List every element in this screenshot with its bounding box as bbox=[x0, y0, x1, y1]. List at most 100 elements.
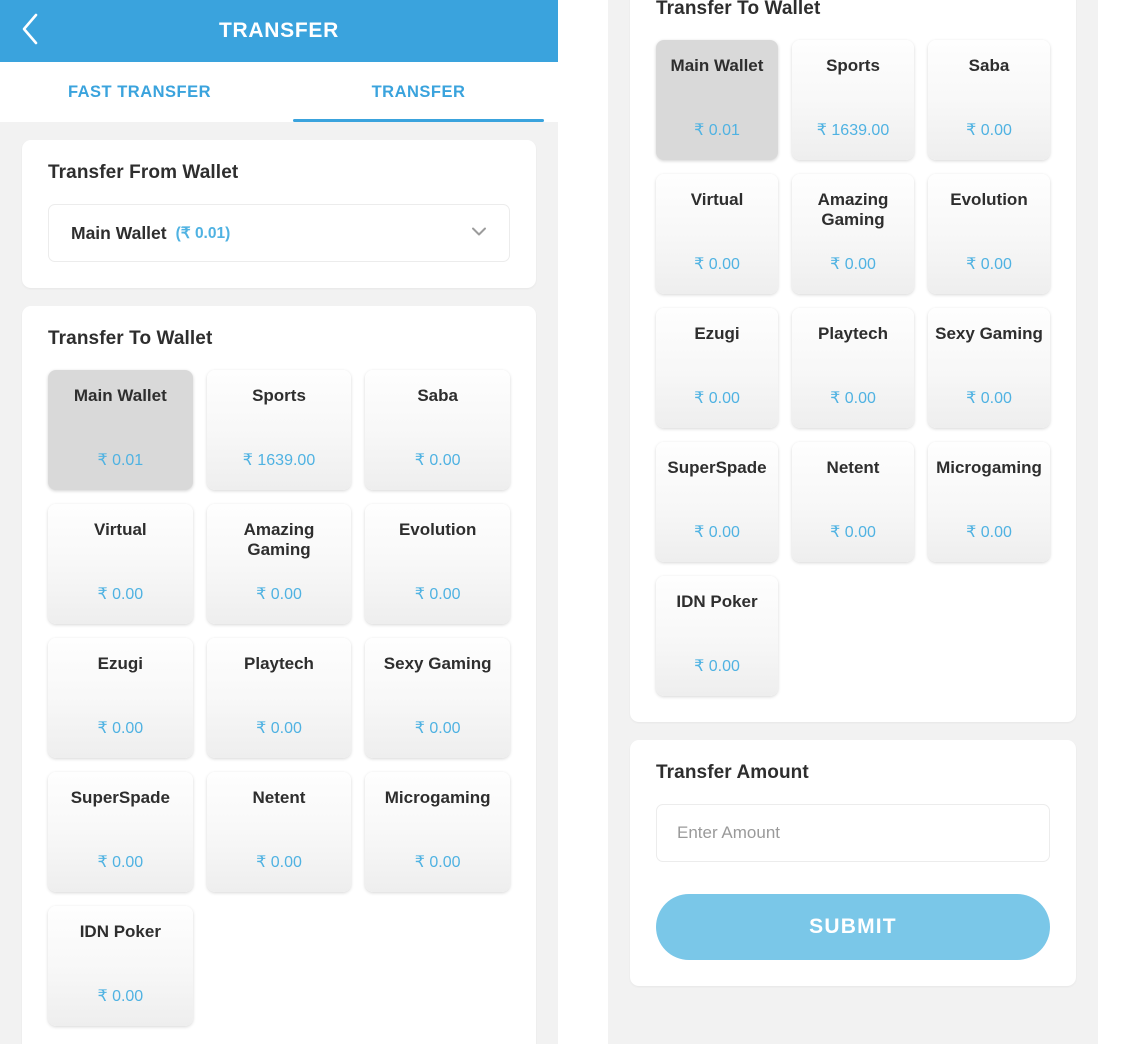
wallet-tile[interactable]: Virtual ₹ 0.00 bbox=[656, 174, 778, 294]
tab-underline bbox=[293, 119, 544, 122]
wallet-tile[interactable]: SuperSpade ₹ 0.00 bbox=[656, 442, 778, 562]
wallet-grid-right: Main Wallet ₹ 0.01 Sports ₹ 1639.00 Saba ₹ 0.… bbox=[656, 40, 1050, 696]
wallet-tile-name: Microgaming bbox=[384, 788, 491, 807]
wallet-tile[interactable]: IDN Poker ₹ 0.00 bbox=[656, 576, 778, 696]
wallet-tile-balance: ₹ 0.00 bbox=[414, 854, 461, 871]
wallet-tile[interactable]: Main Wallet ₹ 0.01 bbox=[656, 40, 778, 160]
wallet-tile[interactable]: Amazing Gaming ₹ 0.00 bbox=[792, 174, 914, 294]
wallet-tile-balance: ₹ 0.00 bbox=[97, 720, 144, 737]
wallet-tile-balance: ₹ 0.00 bbox=[694, 256, 740, 273]
wallet-tile[interactable]: Netent ₹ 0.00 bbox=[792, 442, 914, 562]
wallet-tile-balance: ₹ 0.00 bbox=[966, 390, 1012, 407]
wallet-tile-balance: ₹ 0.00 bbox=[97, 988, 144, 1005]
wallet-tile-balance: ₹ 0.00 bbox=[414, 720, 461, 737]
wallet-tile-balance: ₹ 0.00 bbox=[414, 452, 461, 469]
transfer-to-title: Transfer To Wallet bbox=[656, 0, 821, 19]
wallet-tile-name: Netent bbox=[252, 788, 306, 807]
tab-bar: FAST TRANSFER TRANSFER bbox=[0, 62, 558, 122]
wallet-tile-name: IDN Poker bbox=[676, 592, 758, 611]
wallet-tile-name: IDN Poker bbox=[79, 922, 161, 941]
wallet-tile[interactable]: Microgaming ₹ 0.00 bbox=[365, 772, 510, 892]
wallet-tile[interactable]: Saba ₹ 0.00 bbox=[365, 370, 510, 490]
chevron-down-icon bbox=[467, 219, 491, 248]
app-bar: TRANSFER bbox=[0, 0, 558, 62]
wallet-tile-name: Netent bbox=[826, 458, 880, 477]
wallet-tile[interactable]: Ezugi ₹ 0.00 bbox=[48, 638, 193, 758]
wallet-tile-balance: ₹ 0.00 bbox=[256, 720, 302, 737]
wallet-tile-balance: ₹ 1639.00 bbox=[816, 122, 890, 139]
from-wallet-name: Main Wallet bbox=[71, 222, 167, 243]
submit-button[interactable]: SUBMIT bbox=[656, 894, 1050, 960]
wallet-tile-name: Playtech bbox=[818, 324, 888, 343]
transfer-amount-card: Transfer Amount SUBMIT bbox=[630, 740, 1076, 986]
wallet-tile[interactable]: Playtech ₹ 0.00 bbox=[206, 638, 352, 758]
wallet-tile-balance: ₹ 0.00 bbox=[256, 854, 302, 871]
panel-gutter-right bbox=[1098, 0, 1140, 1044]
wallet-tile[interactable]: Evolution ₹ 0.00 bbox=[365, 504, 510, 624]
transfer-from-card: Transfer From Wallet Main Wallet (₹ 0.01… bbox=[22, 140, 536, 288]
wallet-tile-balance: ₹ 0.00 bbox=[966, 122, 1012, 139]
wallet-tile-balance: ₹ 0.00 bbox=[256, 586, 302, 603]
wallet-tile-name: Evolution bbox=[398, 520, 477, 539]
wallet-tile[interactable]: Ezugi ₹ 0.00 bbox=[656, 308, 778, 428]
wallet-tile[interactable]: Virtual ₹ 0.00 bbox=[48, 504, 193, 624]
tab-fast-transfer-label: FAST TRANSFER bbox=[67, 82, 212, 101]
wallet-tile[interactable]: Sports ₹ 1639.00 bbox=[206, 370, 352, 490]
wallet-tile[interactable]: Evolution ₹ 0.00 bbox=[928, 174, 1050, 294]
wallet-tile-balance: ₹ 0.01 bbox=[97, 452, 144, 469]
wallet-tile-name: Main Wallet bbox=[670, 56, 764, 75]
wallet-tile-name: Virtual bbox=[94, 520, 147, 539]
tab-transfer-label: TRANSFER bbox=[371, 82, 466, 101]
wallet-tile-name: Amazing Gaming bbox=[243, 520, 315, 560]
wallet-tile-balance: ₹ 0.01 bbox=[694, 122, 740, 139]
wallet-tile-name: Sports bbox=[826, 56, 880, 75]
wallet-tile-balance: ₹ 0.00 bbox=[830, 524, 876, 541]
wallet-tile[interactable]: Amazing Gaming ₹ 0.00 bbox=[206, 504, 352, 624]
wallet-tile-name: Sports bbox=[252, 386, 306, 405]
wallet-tile-name: SuperSpade bbox=[70, 788, 170, 807]
wallet-tile-name: Evolution bbox=[950, 190, 1028, 209]
tab-transfer[interactable]: TRANSFER bbox=[279, 62, 558, 122]
wallet-tile-balance: ₹ 0.00 bbox=[97, 586, 144, 603]
wallet-tile-name: Main Wallet bbox=[73, 386, 167, 405]
tab-fast-transfer[interactable]: FAST TRANSFER bbox=[0, 62, 279, 122]
left-screen-panel: TRANSFER FAST TRANSFER TRANSFER Transfer… bbox=[0, 0, 558, 1044]
amount-input[interactable] bbox=[656, 804, 1050, 862]
wallet-tile-name: Saba bbox=[417, 386, 458, 405]
wallet-tile-balance: ₹ 1639.00 bbox=[242, 452, 316, 469]
wallet-tile-balance: ₹ 0.00 bbox=[694, 524, 740, 541]
wallet-tile[interactable]: Netent ₹ 0.00 bbox=[206, 772, 352, 892]
wallet-tile[interactable]: Sports ₹ 1639.00 bbox=[792, 40, 914, 160]
wallet-tile-name: Saba bbox=[968, 56, 1010, 75]
wallet-tile-name: Playtech bbox=[244, 654, 314, 673]
wallet-tile[interactable]: Sexy Gaming ₹ 0.00 bbox=[928, 308, 1050, 428]
wallet-tile-balance: ₹ 0.00 bbox=[966, 524, 1012, 541]
right-screen-panel[interactable]: Transfer To Wallet Main Wallet ₹ 0.01 Spor… bbox=[608, 0, 1098, 1044]
wallet-tile[interactable]: Playtech ₹ 0.00 bbox=[792, 308, 914, 428]
wallet-tile[interactable]: Main Wallet ₹ 0.01 bbox=[48, 370, 193, 490]
transfer-from-title: Transfer From Wallet bbox=[48, 162, 239, 183]
from-wallet-balance: (₹ 0.01) bbox=[175, 224, 231, 242]
panel-gutter bbox=[558, 0, 608, 1044]
wallet-tile-name: Sexy Gaming bbox=[383, 654, 492, 673]
wallet-tile-balance: ₹ 0.00 bbox=[97, 854, 144, 871]
wallet-tile-balance: ₹ 0.00 bbox=[694, 390, 740, 407]
wallet-tile-balance: ₹ 0.00 bbox=[694, 658, 740, 675]
transfer-to-title: Transfer To Wallet bbox=[48, 328, 213, 349]
wallet-tile[interactable]: Sexy Gaming ₹ 0.00 bbox=[365, 638, 510, 758]
wallet-grid-left: Main Wallet ₹ 0.01 Sports ₹ 1639.00 Saba ₹ 0.… bbox=[48, 370, 510, 1026]
wallet-tile-balance: ₹ 0.00 bbox=[830, 390, 876, 407]
from-wallet-select[interactable]: Main Wallet (₹ 0.01) bbox=[48, 204, 510, 262]
wallet-tile-name: SuperSpade bbox=[667, 458, 767, 477]
wallet-tile-name: Amazing Gaming bbox=[817, 190, 889, 230]
wallet-tile-name: Ezugi bbox=[694, 324, 740, 343]
wallet-tile[interactable]: Saba ₹ 0.00 bbox=[928, 40, 1050, 160]
wallet-tile-name: Microgaming bbox=[936, 458, 1042, 477]
wallet-tile[interactable]: IDN Poker ₹ 0.00 bbox=[48, 906, 193, 1026]
transfer-to-card-left: Transfer To Wallet Main Wallet ₹ 0.01 Spor… bbox=[22, 306, 536, 1044]
page-title: TRANSFER bbox=[219, 19, 339, 42]
wallet-tile-balance: ₹ 0.00 bbox=[414, 586, 461, 603]
wallet-tile[interactable]: SuperSpade ₹ 0.00 bbox=[48, 772, 193, 892]
wallet-tile[interactable]: Microgaming ₹ 0.00 bbox=[928, 442, 1050, 562]
left-scroll-body[interactable]: Transfer From Wallet Main Wallet (₹ 0.01… bbox=[0, 140, 558, 1044]
